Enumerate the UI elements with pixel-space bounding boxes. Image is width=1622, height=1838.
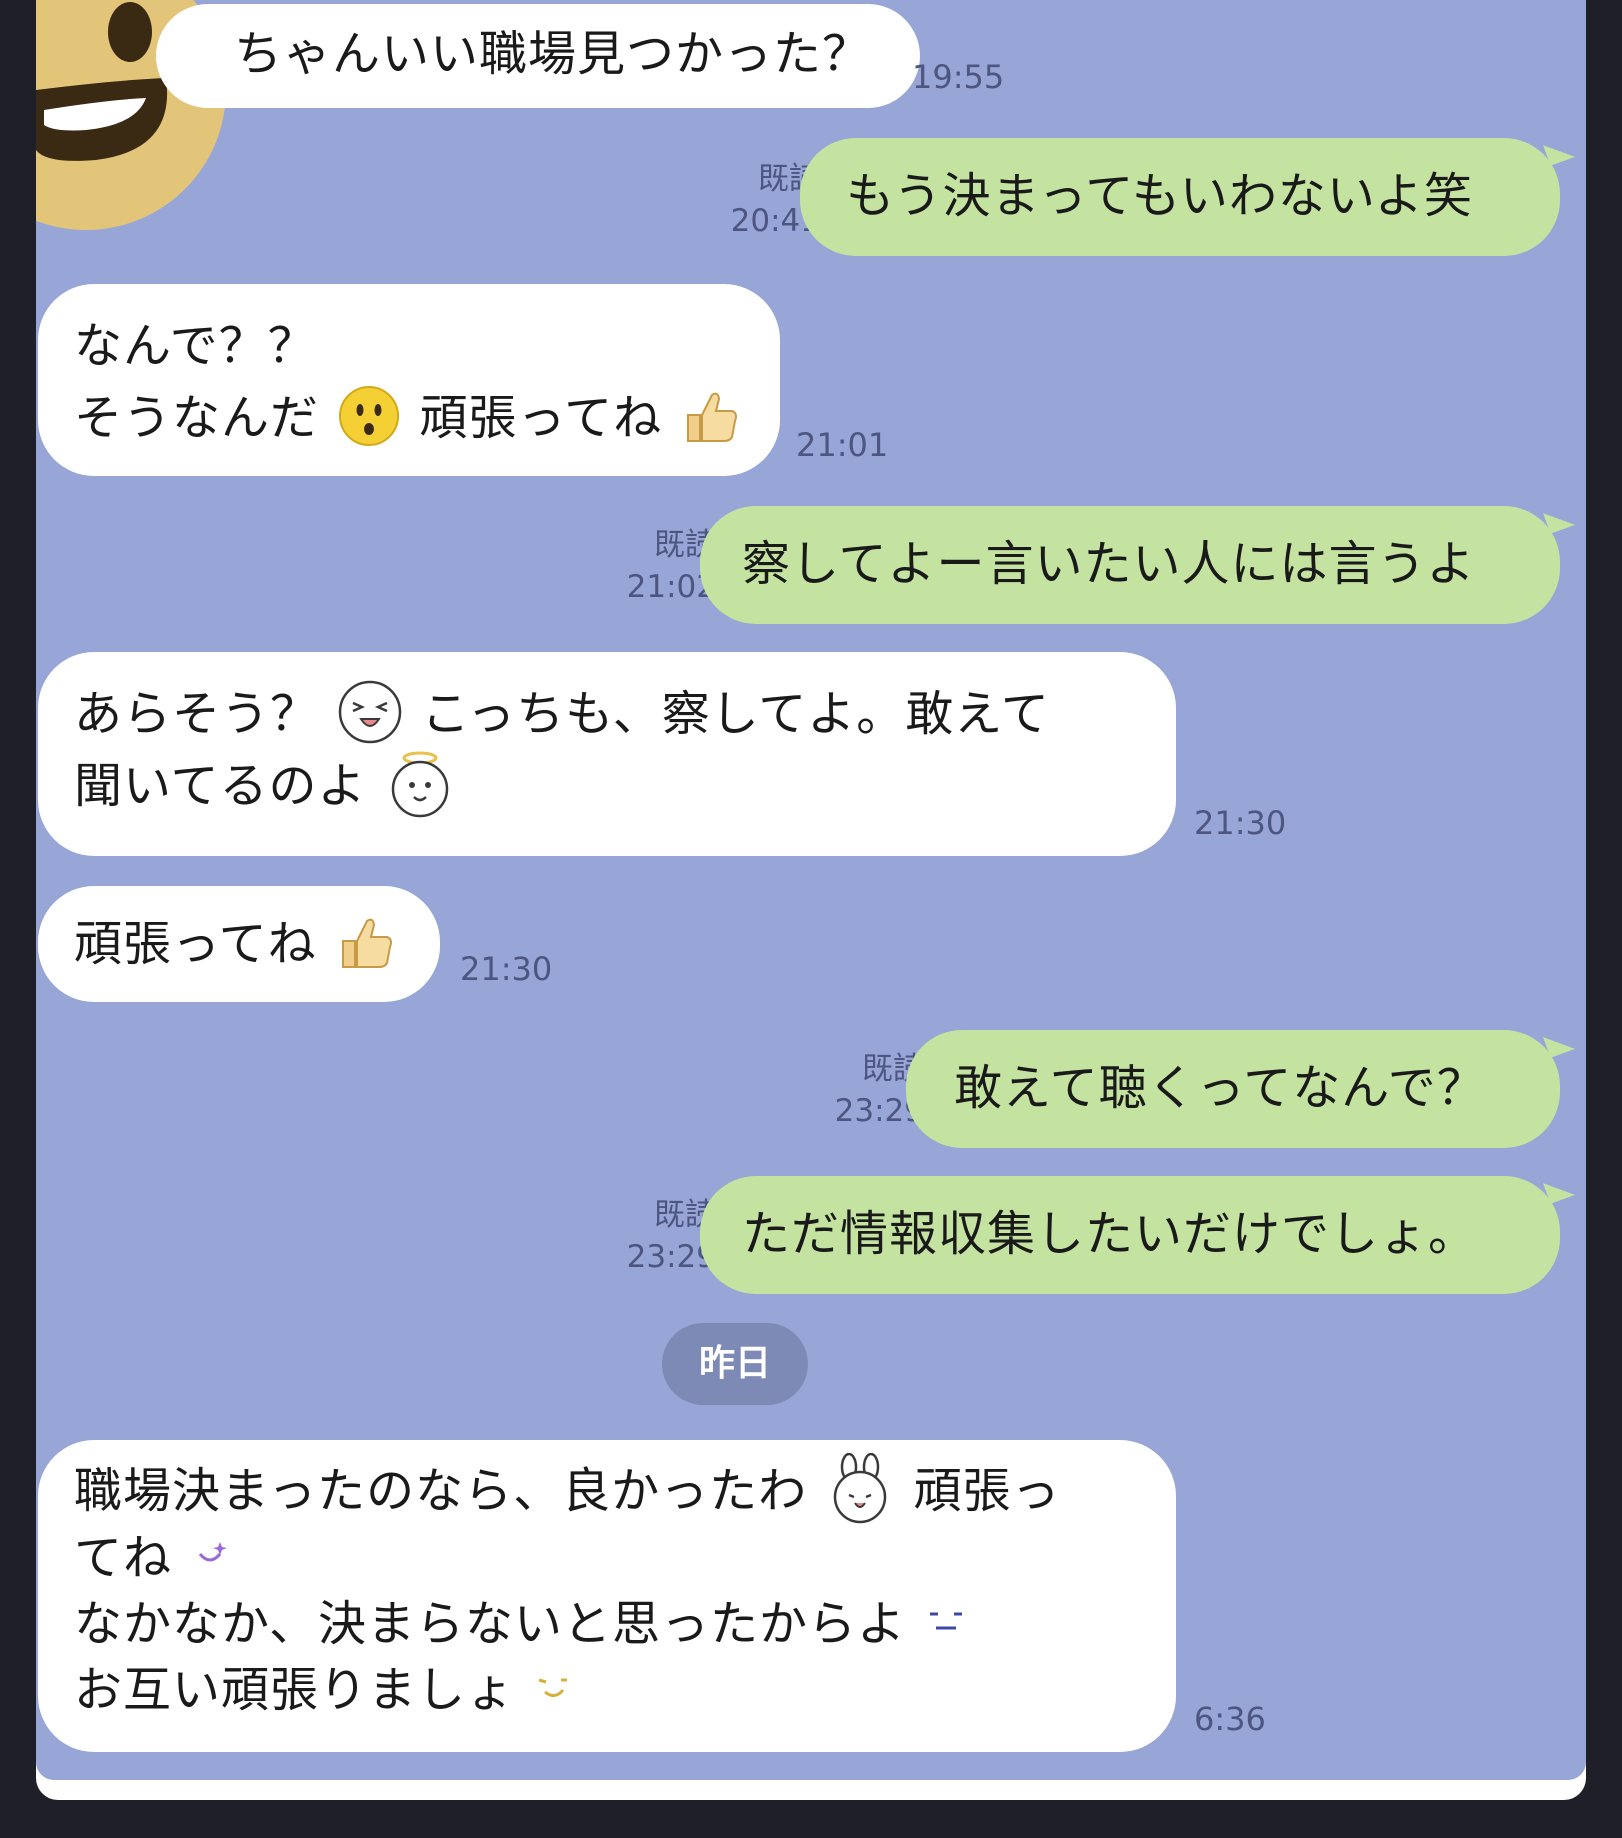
smug-face-icon <box>930 1612 963 1630</box>
message-text: 頑張ってね <box>419 390 663 446</box>
message-time: 6:36 <box>1194 1700 1266 1738</box>
message-bubble-sent[interactable]: ただ情報収集したいだけでしょ。 <box>700 1176 1560 1294</box>
wink-face-icon <box>538 1678 568 1697</box>
message-text: そうなんだ <box>74 390 320 446</box>
message-text: ただ情報収集したいだけでしょ。 <box>742 1206 1478 1262</box>
chat-area[interactable]: ちゃんいい職場見つかった？ 19:55 既読 20:41 もう決まってもいわない… <box>36 0 1586 1780</box>
message-text: こっちも、察してよ。敢えて <box>421 686 1050 742</box>
message-bubble-received[interactable]: あらそう？ こっちも、察してよ。敢えて 聞いてるのよ <box>38 652 1176 856</box>
message-text: てね <box>74 1530 173 1586</box>
message-text: ちゃんいい職場見つかった？ <box>234 26 872 82</box>
message-bubble-received[interactable]: 職場決まったのなら、良かったわ 頑張っ てね なかなか、決まらないと思ったからよ… <box>38 1440 1176 1752</box>
message-text: なんで？？ <box>74 318 317 374</box>
message-text: なかなか、決まらないと思ったからよ <box>74 1596 907 1652</box>
bunny-face-icon <box>834 1453 887 1524</box>
message-text: 聞いてるのよ <box>74 758 367 814</box>
message-bubble-received[interactable]: 頑張ってね <box>38 886 440 1002</box>
surprised-face-icon <box>339 386 400 446</box>
message-time: 19:55 <box>912 58 1005 96</box>
message-bubble-sent[interactable]: もう決まってもいわないよ笑 <box>800 138 1560 256</box>
message-text: あらそう？ <box>74 686 320 742</box>
screenshot-frame: ちゃんいい職場見つかった？ 19:55 既読 20:41 もう決まってもいわない… <box>36 0 1586 1800</box>
message-text: 頑張っ <box>913 1463 1061 1519</box>
message-text: お互い頑張りましょ <box>74 1662 516 1718</box>
angel-face-icon <box>391 751 449 818</box>
message-text: 職場決まったのなら、良かったわ <box>74 1463 808 1519</box>
message-bubble-received[interactable]: ちゃんいい職場見つかった？ <box>156 4 920 108</box>
message-bubble-sent[interactable]: 察してよー言いたい人には言うよ <box>700 506 1560 624</box>
read-receipt: 既読 23:29 <box>626 1197 716 1275</box>
message-time: 21:30 <box>1194 804 1287 842</box>
message-text: 察してよー言いたい人には言うよ <box>742 536 1476 592</box>
message-text: 頑張ってね <box>74 916 317 972</box>
sparkle-smile-icon <box>199 1542 228 1562</box>
read-receipt: 既読 21:02 <box>626 527 716 605</box>
message-time: 21:01 <box>796 426 889 464</box>
date-separator: 昨日 <box>662 1323 808 1405</box>
message-bubble-sent[interactable]: 敢えて聴くってなんで？ <box>906 1030 1560 1148</box>
thumbs-up-icon <box>341 918 392 968</box>
message-text: 敢えて聴くってなんで？ <box>954 1060 1486 1116</box>
laughing-face-icon <box>339 680 402 744</box>
message-bubble-received[interactable]: なんで？？ そうなんだ 頑張ってね <box>38 284 780 476</box>
thumbs-up-icon <box>687 392 738 442</box>
message-text: もう決まってもいわないよ笑 <box>846 168 1473 224</box>
message-time: 21:30 <box>460 950 553 988</box>
